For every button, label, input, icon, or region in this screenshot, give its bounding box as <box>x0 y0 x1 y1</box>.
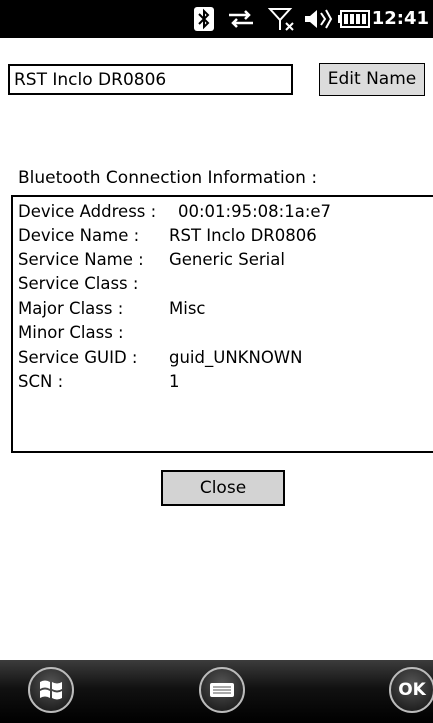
info-label: Major Class : <box>18 299 124 318</box>
battery-icon <box>338 6 370 32</box>
clock: 12:41 <box>371 8 429 29</box>
info-label: SCN : <box>18 372 64 391</box>
info-value: 1 <box>169 372 180 391</box>
info-label: Service Class : <box>18 274 139 293</box>
close-button[interactable]: Close <box>161 470 285 506</box>
data-sync-icon <box>226 6 256 32</box>
connection-info-list[interactable]: Device Address : 00:01:95:08:1a:e7 Devic… <box>11 195 433 453</box>
soft-key-bar: OK <box>0 660 433 723</box>
info-label: Device Address : <box>18 202 157 221</box>
info-label: Service Name : <box>18 250 144 269</box>
section-title: Bluetooth Connection Information : <box>18 168 318 188</box>
windows-start-icon[interactable] <box>28 667 74 713</box>
status-bar: 12:41 <box>0 0 433 38</box>
info-value: RST Inclo DR0806 <box>169 226 317 245</box>
info-value: guid_UNKNOWN <box>169 348 303 367</box>
no-signal-icon <box>268 6 296 32</box>
info-value: Generic Serial <box>169 250 285 269</box>
info-label: Minor Class : <box>18 323 124 342</box>
device-name-input[interactable]: RST Inclo DR0806 <box>8 64 293 95</box>
edit-name-button[interactable]: Edit Name <box>319 63 425 96</box>
info-label: Service GUID : <box>18 348 138 367</box>
bluetooth-icon <box>193 6 215 32</box>
info-value: Misc <box>169 299 206 318</box>
info-label: Device Name : <box>18 226 140 245</box>
ok-button[interactable]: OK <box>389 667 433 713</box>
info-value: 00:01:95:08:1a:e7 <box>178 202 332 221</box>
keyboard-icon[interactable] <box>199 667 245 713</box>
volume-icon <box>303 6 333 32</box>
